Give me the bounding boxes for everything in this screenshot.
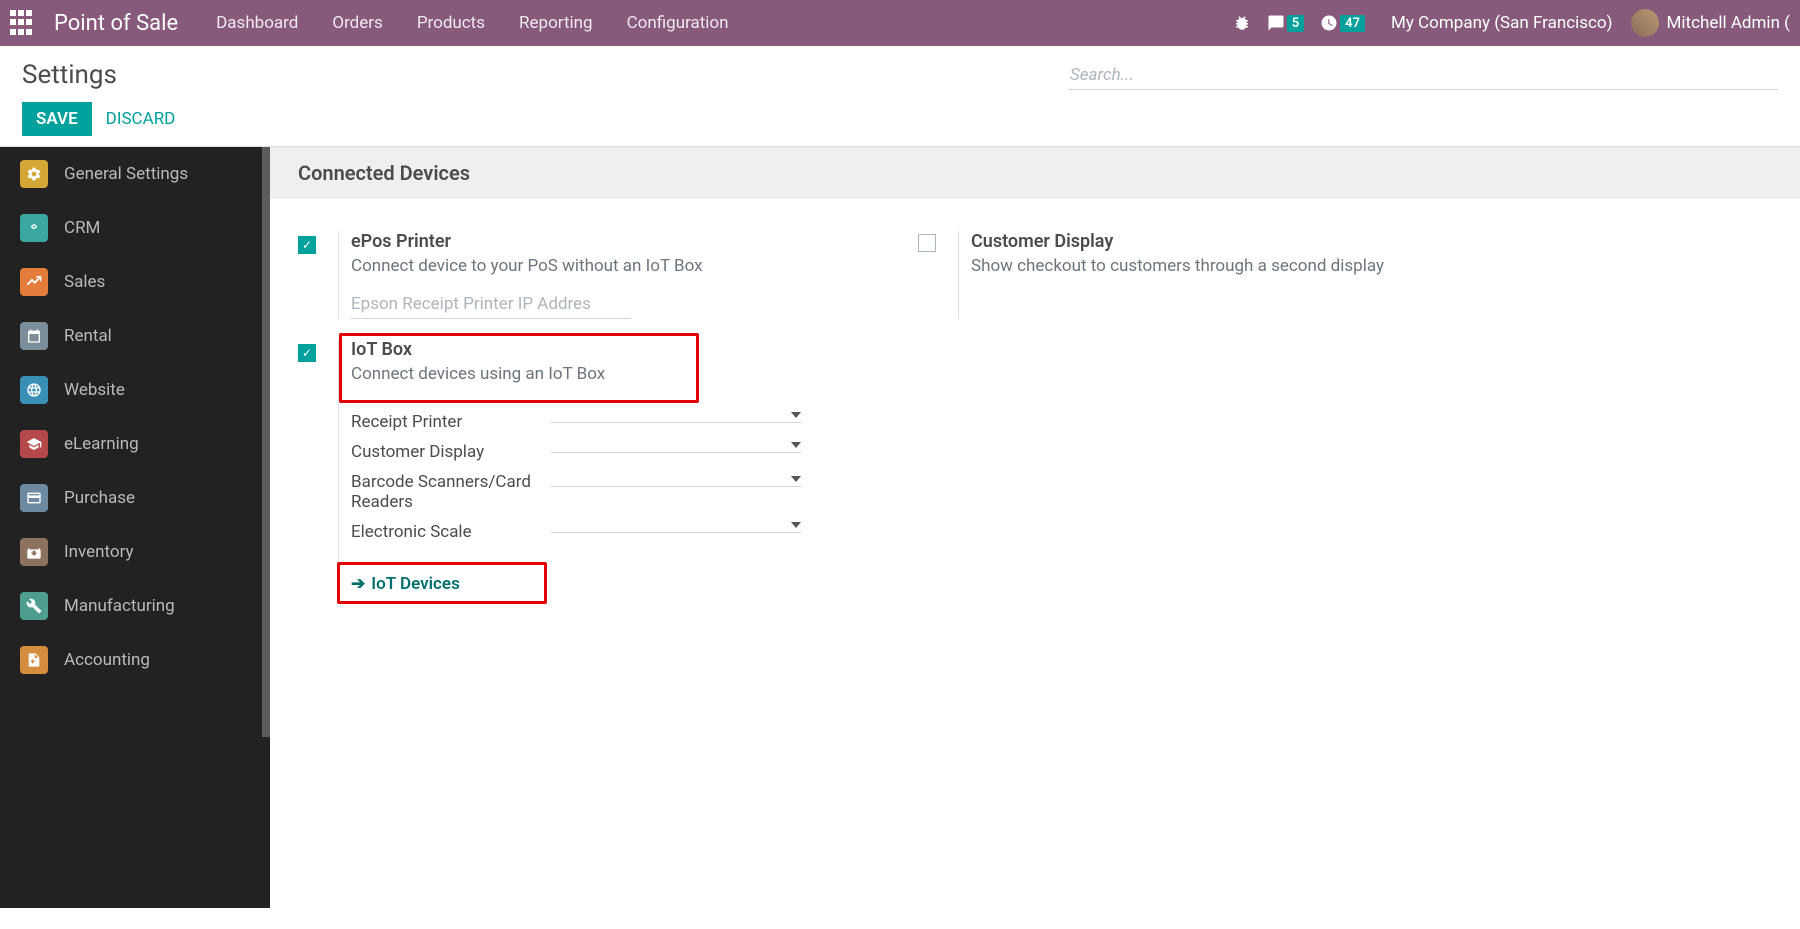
sidebar-item-general[interactable]: General Settings — [0, 147, 270, 201]
field-customer-display: Customer Display — [351, 438, 898, 462]
apps-icon[interactable] — [10, 10, 36, 36]
company-selector[interactable]: My Company (San Francisco) — [1391, 13, 1613, 33]
sidebar-item-website[interactable]: Website — [0, 363, 270, 417]
sidebar-label: CRM — [64, 218, 100, 238]
sidebar-item-crm[interactable]: CRM — [0, 201, 270, 255]
wrench-icon — [20, 592, 48, 620]
sidebar-item-sales[interactable]: Sales — [0, 255, 270, 309]
sidebar-label: Manufacturing — [64, 596, 175, 616]
settings-content: Connected Devices ✓ ePos Printer Connect… — [270, 147, 1800, 908]
iot-devices-link[interactable]: ➔ IoT Devices — [351, 574, 460, 594]
chart-icon — [20, 268, 48, 296]
select-receipt-printer[interactable] — [551, 408, 801, 423]
gear-icon — [20, 160, 48, 188]
setting-customer-display: Customer Display Show checkout to custom… — [918, 221, 1538, 329]
card-icon — [20, 484, 48, 512]
activities-icon[interactable]: 47 — [1320, 14, 1365, 32]
settings-sidebar: General Settings CRM Sales Rental Websit… — [0, 147, 270, 908]
setting-desc: Show checkout to customers through a sec… — [971, 256, 1518, 276]
app-brand[interactable]: Point of Sale — [54, 11, 178, 36]
discard-button[interactable]: DISCARD — [106, 109, 176, 129]
sidebar-label: Rental — [64, 326, 112, 346]
setting-epos-printer: ✓ ePos Printer Connect device to your Po… — [298, 221, 918, 329]
sidebar-label: Accounting — [64, 650, 150, 670]
checkbox-epos[interactable]: ✓ — [298, 236, 316, 254]
nav-orders[interactable]: Orders — [332, 13, 382, 33]
page-title: Settings — [22, 60, 117, 90]
sidebar-label: General Settings — [64, 164, 188, 184]
select-barcode[interactable] — [551, 472, 801, 487]
setting-iot-box: ✓ IoT Box Connect devices using an IoT B… — [298, 329, 918, 610]
nav-reporting[interactable]: Reporting — [519, 13, 593, 33]
setting-title: ePos Printer — [351, 231, 898, 252]
nav-products[interactable]: Products — [417, 13, 485, 33]
sidebar-item-manufacturing[interactable]: Manufacturing — [0, 579, 270, 633]
graduation-icon — [20, 430, 48, 458]
box-icon — [20, 538, 48, 566]
select-customer-display[interactable] — [551, 438, 801, 453]
save-button[interactable]: SAVE — [22, 102, 92, 136]
debug-icon[interactable] — [1233, 14, 1251, 32]
field-electronic-scale: Electronic Scale — [351, 518, 898, 542]
sidebar-item-elearning[interactable]: eLearning — [0, 417, 270, 471]
link-label: IoT Devices — [371, 574, 460, 594]
chevron-down-icon — [791, 476, 801, 482]
sidebar-label: Purchase — [64, 488, 135, 508]
handshake-icon — [20, 214, 48, 242]
messages-icon[interactable]: 5 — [1267, 14, 1304, 32]
nav-dashboard[interactable]: Dashboard — [216, 13, 298, 33]
checkbox-iot-box[interactable]: ✓ — [298, 344, 316, 362]
checkbox-customer-display[interactable] — [918, 234, 936, 252]
avatar-icon — [1631, 9, 1659, 37]
nav-configuration[interactable]: Configuration — [627, 13, 729, 33]
user-name: Mitchell Admin ( — [1667, 13, 1790, 33]
sidebar-label: Sales — [64, 272, 105, 292]
scrollbar[interactable] — [262, 147, 270, 737]
epos-ip-input[interactable] — [351, 290, 631, 319]
field-label: Electronic Scale — [351, 518, 551, 542]
document-icon — [20, 646, 48, 674]
sidebar-label: Inventory — [64, 542, 134, 562]
arrow-right-icon: ➔ — [351, 574, 365, 594]
field-label: Barcode Scanners/Card Readers — [351, 468, 551, 512]
chevron-down-icon — [791, 522, 801, 528]
sidebar-item-purchase[interactable]: Purchase — [0, 471, 270, 525]
sidebar-item-inventory[interactable]: Inventory — [0, 525, 270, 579]
sidebar-item-rental[interactable]: Rental — [0, 309, 270, 363]
setting-desc: Connect devices using an IoT Box — [351, 364, 605, 384]
activities-badge: 47 — [1340, 15, 1365, 32]
sidebar-label: eLearning — [64, 434, 139, 454]
setting-title: IoT Box — [351, 339, 605, 360]
search-input[interactable] — [1068, 61, 1778, 90]
calendar-icon — [20, 322, 48, 350]
user-menu[interactable]: Mitchell Admin ( — [1631, 9, 1790, 37]
sidebar-item-accounting[interactable]: Accounting — [0, 633, 270, 687]
top-navbar: Point of Sale Dashboard Orders Products … — [0, 0, 1800, 46]
control-panel: Settings SAVE DISCARD — [0, 46, 1800, 147]
field-receipt-printer: Receipt Printer — [351, 408, 898, 432]
section-header: Connected Devices — [270, 147, 1800, 199]
messages-badge: 5 — [1287, 15, 1304, 32]
setting-desc: Connect device to your PoS without an Io… — [351, 256, 898, 276]
field-label: Customer Display — [351, 438, 551, 462]
field-barcode: Barcode Scanners/Card Readers — [351, 468, 898, 512]
field-label: Receipt Printer — [351, 408, 551, 432]
chevron-down-icon — [791, 412, 801, 418]
globe-icon — [20, 376, 48, 404]
sidebar-label: Website — [64, 380, 125, 400]
setting-title: Customer Display — [971, 231, 1518, 252]
chevron-down-icon — [791, 442, 801, 448]
select-electronic-scale[interactable] — [551, 518, 801, 533]
